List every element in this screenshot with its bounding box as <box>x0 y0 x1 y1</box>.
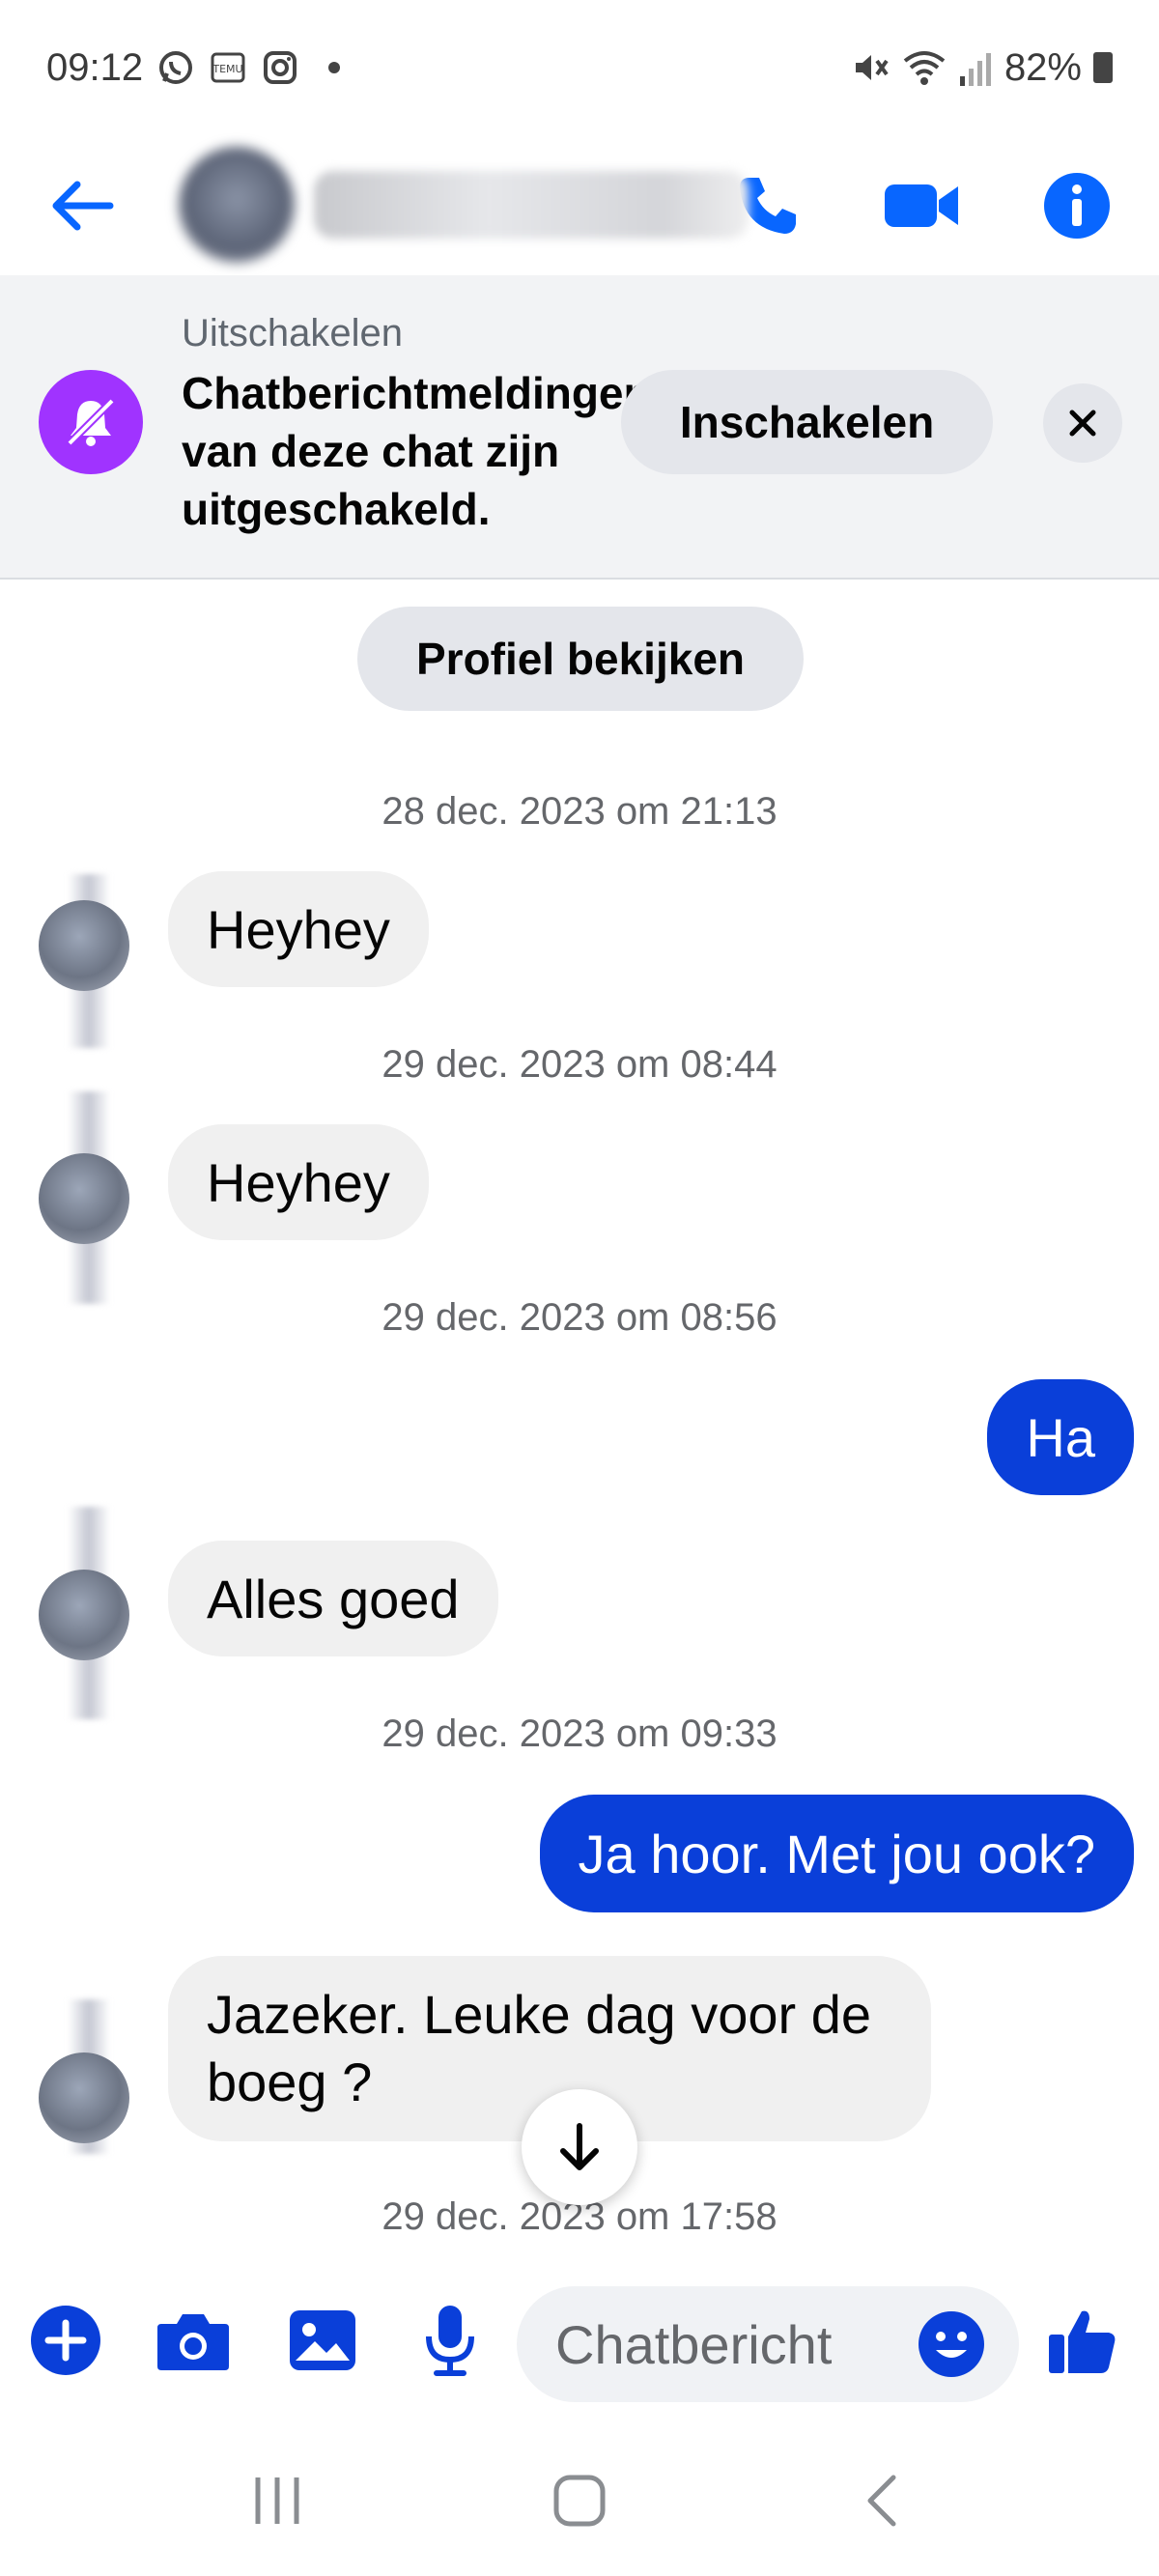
sender-avatar[interactable] <box>39 900 129 991</box>
message-input[interactable]: Chatbericht <box>517 2286 1019 2402</box>
view-profile-button[interactable]: Profiel bekijken <box>357 607 804 711</box>
home-icon <box>553 2475 606 2526</box>
message-text: Alles goed <box>207 1568 460 1629</box>
sender-avatar[interactable] <box>39 1153 129 1244</box>
sender-avatar[interactable] <box>39 1570 129 1660</box>
add-button[interactable] <box>17 2292 114 2389</box>
chevron-left-icon <box>867 2475 896 2526</box>
chat-header <box>0 135 1159 275</box>
microphone-icon <box>426 2306 474 2376</box>
message-timestamp: 29 dec. 2023 om 08:44 <box>382 1043 777 1086</box>
home-button[interactable] <box>522 2452 637 2549</box>
banner-text: Chatberichtmeldingen van deze chat zijn … <box>182 368 651 534</box>
incoming-message[interactable]: Heyhey <box>168 871 429 987</box>
status-time: 09:12 <box>46 45 144 89</box>
contact-name-redacted <box>314 171 749 239</box>
battery-icon <box>1093 52 1113 83</box>
instagram-icon <box>261 48 299 87</box>
enable-notifications-button[interactable]: Inschakelen <box>621 370 993 474</box>
bell-muted-icon <box>39 370 143 474</box>
info-button[interactable] <box>1033 162 1120 249</box>
banner-title: Uitschakelen <box>182 312 404 354</box>
gallery-icon <box>290 2310 355 2370</box>
outgoing-message[interactable]: Ha <box>987 1379 1134 1495</box>
camera-icon <box>157 2314 229 2370</box>
video-camera-icon <box>885 184 958 227</box>
arrow-down-icon <box>560 2123 599 2170</box>
mute-icon <box>850 47 890 88</box>
muted-notifications-banner: Uitschakelen Chatberichtmeldingen van de… <box>0 275 1159 580</box>
back-arrow-icon <box>52 181 114 230</box>
close-icon <box>1069 410 1096 437</box>
message-input-placeholder: Chatbericht <box>555 2313 833 2375</box>
contact-avatar <box>179 147 295 263</box>
emoji-icon <box>919 2311 984 2377</box>
recent-apps-button[interactable] <box>219 2452 335 2549</box>
incoming-message[interactable]: Alles goed <box>168 1541 498 1656</box>
status-bar: 09:12 TEMU 82% <box>0 0 1159 135</box>
info-icon <box>1044 172 1110 239</box>
camera-button[interactable] <box>145 2292 241 2389</box>
scroll-to-bottom-button[interactable] <box>522 2089 637 2205</box>
notification-dot <box>328 62 341 73</box>
message-text: Ha <box>1026 1406 1095 1468</box>
system-back-button[interactable] <box>824 2452 940 2549</box>
system-navigation-bar <box>0 2424 1159 2576</box>
signal-icon <box>958 47 993 88</box>
whatsapp-icon <box>156 48 195 87</box>
video-call-button[interactable] <box>879 162 966 249</box>
thumbs-up-icon <box>1049 2310 1116 2373</box>
close-banner-button[interactable] <box>1043 383 1122 463</box>
message-composer: Chatbericht <box>0 2265 1159 2424</box>
svg-text:TEMU: TEMU <box>212 63 243 75</box>
message-timestamp: 29 dec. 2023 om 09:33 <box>382 1713 777 1755</box>
message-text: Ja hoor. Met jou ook? <box>578 1823 1095 1884</box>
message-text: Jazeker. Leuke dag voor de boeg ? <box>207 1984 872 2112</box>
outgoing-message[interactable]: Ja hoor. Met jou ook? <box>539 1795 1134 1912</box>
message-timestamp: 29 dec. 2023 om 08:56 <box>382 1296 777 1339</box>
incoming-message[interactable]: Heyhey <box>168 1124 429 1240</box>
recent-apps-icon <box>255 2477 299 2524</box>
voice-message-button[interactable] <box>402 2292 498 2389</box>
message-text: Heyhey <box>207 1151 390 1213</box>
plus-icon <box>31 2306 100 2375</box>
sender-avatar[interactable] <box>39 2052 129 2143</box>
wifi-icon <box>902 47 947 88</box>
temu-icon: TEMU <box>209 48 247 87</box>
gallery-button[interactable] <box>274 2292 371 2389</box>
contact-profile[interactable] <box>179 147 749 263</box>
message-timestamp: 28 dec. 2023 om 21:13 <box>382 790 777 833</box>
message-text: Heyhey <box>207 898 390 960</box>
emoji-button[interactable] <box>903 2296 1000 2392</box>
like-button[interactable] <box>1033 2292 1130 2389</box>
back-button[interactable] <box>39 162 126 249</box>
battery-percent: 82% <box>1004 45 1082 89</box>
